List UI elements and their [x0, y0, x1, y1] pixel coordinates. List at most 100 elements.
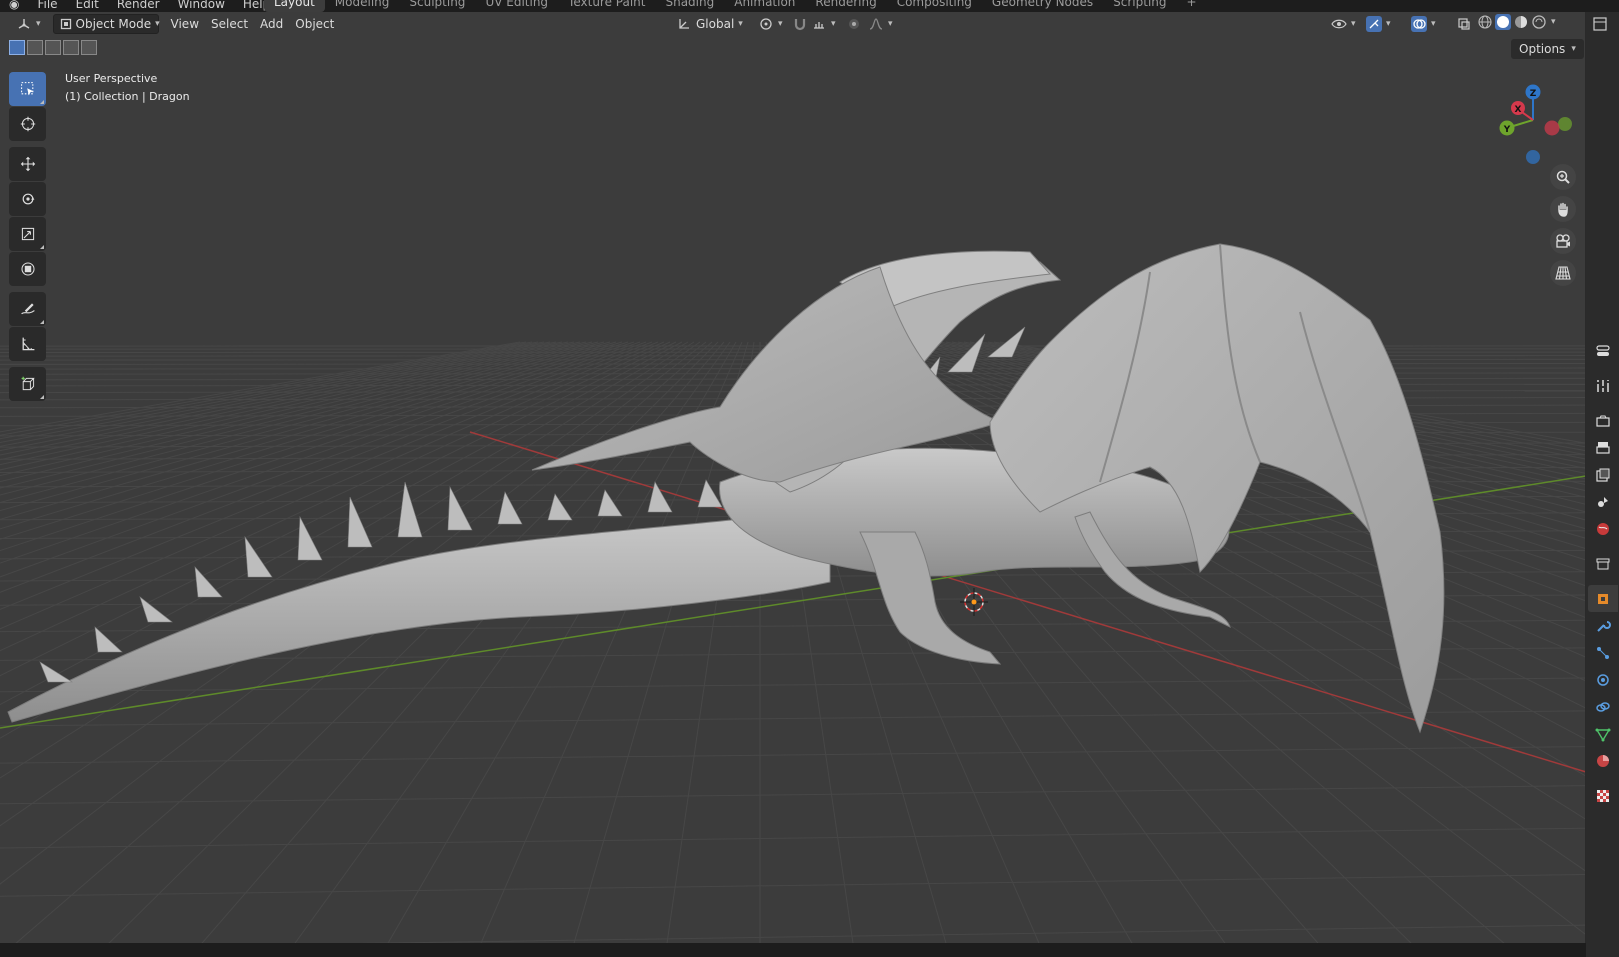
measure-icon: [20, 336, 36, 352]
constraints-icon[interactable]: [1588, 693, 1618, 720]
tab-modeling[interactable]: Modeling: [325, 0, 400, 12]
grid-perspective-icon: [1555, 265, 1571, 281]
editor-type-button[interactable]: ▾: [10, 14, 47, 34]
gizmo-neg-x-icon[interactable]: [1544, 120, 1560, 136]
rendered-shading-icon[interactable]: [1531, 14, 1547, 30]
viewport-header: ▾ Object Mode ▾ View Select Add Object G…: [0, 12, 1585, 36]
viewport-scene[interactable]: Z X Y: [0, 12, 1586, 957]
tab-compositing[interactable]: Compositing: [887, 0, 982, 12]
scene-icon[interactable]: [1588, 488, 1618, 515]
menu-view[interactable]: View: [165, 14, 205, 34]
selection-mode-group: [9, 40, 97, 55]
menu-window[interactable]: Window: [169, 0, 234, 11]
select-new-icon[interactable]: [9, 40, 25, 55]
rotate-tool[interactable]: [9, 182, 46, 216]
menu-add[interactable]: Add: [254, 14, 289, 34]
annotate-tool[interactable]: [9, 292, 46, 326]
move-tool[interactable]: [9, 147, 46, 181]
tool-icon[interactable]: [1588, 372, 1618, 399]
solid-shading-icon[interactable]: [1495, 14, 1511, 30]
tab-layout[interactable]: Layout: [264, 0, 325, 12]
visibility-dropdown[interactable]: ▾: [1325, 14, 1362, 34]
falloff-dropdown[interactable]: ▾: [862, 14, 899, 34]
chevron-down-icon: ▾: [831, 19, 836, 29]
overlays-toggle[interactable]: ▾: [1405, 14, 1442, 34]
texture-icon[interactable]: [1588, 782, 1618, 809]
select-subtract-icon[interactable]: [45, 40, 61, 55]
3d-viewport[interactable]: Z X Y ▾ Object Mode ▾ View Select Add Ob…: [0, 12, 1586, 957]
snap-target-dropdown[interactable]: ▾: [805, 14, 842, 34]
pan-button[interactable]: [1550, 196, 1576, 222]
modifier-icon[interactable]: [1588, 612, 1618, 639]
add-cube-icon: [20, 376, 36, 392]
gizmo-neg-z-icon[interactable]: [1526, 150, 1540, 164]
gizmo-neg-y-icon[interactable]: [1558, 117, 1572, 131]
chevron-down-icon: ▾: [1571, 44, 1576, 54]
tool-options-corner: [40, 245, 44, 249]
blender-window: ◉ File Edit Render Window Help Layout Mo…: [0, 0, 1619, 957]
transform-icon: [20, 261, 36, 277]
render-icon[interactable]: [1588, 407, 1618, 434]
pivot-point-dropdown[interactable]: ▾: [752, 14, 789, 34]
add-workspace-button[interactable]: +: [1177, 0, 1207, 12]
select-invert-icon[interactable]: [63, 40, 79, 55]
chevron-down-icon: ▾: [1431, 19, 1436, 29]
tab-rendering[interactable]: Rendering: [805, 0, 886, 12]
cursor-tool[interactable]: [9, 107, 46, 141]
world-icon[interactable]: [1588, 515, 1618, 542]
select-extend-icon[interactable]: [27, 40, 43, 55]
menu-select[interactable]: Select: [205, 14, 254, 34]
xray-toggle[interactable]: [1450, 14, 1478, 34]
menu-render[interactable]: Render: [108, 0, 169, 11]
gizmo-toggle[interactable]: ▾: [1360, 14, 1397, 34]
perspective-toggle-button[interactable]: [1550, 260, 1576, 286]
tab-sculpting[interactable]: Sculpting: [399, 0, 475, 12]
eye-icon: [1331, 16, 1347, 32]
tool-shelf: [9, 72, 47, 402]
tab-geometry-nodes[interactable]: Geometry Nodes: [982, 0, 1103, 12]
camera-view-button[interactable]: [1550, 228, 1576, 254]
material-icon[interactable]: [1588, 747, 1618, 774]
tab-uv-editing[interactable]: UV Editing: [475, 0, 558, 12]
data-icon[interactable]: [1588, 720, 1618, 747]
physics-icon[interactable]: [1588, 666, 1618, 693]
chevron-down-icon[interactable]: ▾: [1551, 14, 1556, 30]
object-icon[interactable]: [1587, 585, 1618, 612]
view-layer-icon[interactable]: [1588, 461, 1618, 488]
status-bar: [0, 943, 1586, 957]
cursor-icon: [20, 116, 36, 132]
editor-type-properties-icon[interactable]: [1588, 337, 1618, 364]
transform-orientation-dropdown[interactable]: Global ▾: [670, 14, 749, 34]
add-cube-tool[interactable]: [9, 367, 46, 401]
material-preview-icon[interactable]: [1513, 14, 1529, 30]
gizmo-x-label: X: [1515, 105, 1522, 115]
mode-dropdown[interactable]: Object Mode ▾: [52, 14, 160, 34]
scale-tool[interactable]: [9, 217, 46, 251]
select-intersect-icon[interactable]: [81, 40, 97, 55]
collection-icon[interactable]: [1588, 550, 1618, 577]
gizmo-y-label: Y: [1503, 125, 1511, 135]
menu-edit[interactable]: Edit: [67, 0, 108, 11]
tool-options-corner: [40, 395, 44, 399]
snap-increment-icon: [811, 16, 827, 32]
view-name: User Perspective: [65, 72, 158, 85]
particles-icon[interactable]: [1588, 639, 1618, 666]
select-box-tool[interactable]: [9, 72, 46, 106]
outliner-editor-icon[interactable]: [1592, 16, 1608, 35]
tab-texture-paint[interactable]: Texture Paint: [558, 0, 655, 12]
overlays-icon: [1411, 16, 1427, 32]
output-icon[interactable]: [1588, 434, 1618, 461]
blender-logo-icon[interactable]: ◉: [0, 0, 28, 11]
tab-shading[interactable]: Shading: [655, 0, 724, 12]
tab-animation[interactable]: Animation: [724, 0, 805, 12]
tab-scripting[interactable]: Scripting: [1103, 0, 1176, 12]
transform-tool[interactable]: [9, 252, 46, 286]
hand-icon: [1555, 201, 1571, 217]
options-dropdown[interactable]: Options ▾: [1511, 39, 1584, 59]
camera-icon: [1555, 233, 1571, 249]
measure-tool[interactable]: [9, 327, 46, 361]
zoom-button[interactable]: [1550, 164, 1576, 190]
wireframe-shading-icon[interactable]: [1477, 14, 1493, 30]
menu-file[interactable]: File: [28, 0, 66, 11]
menu-object[interactable]: Object: [289, 14, 340, 34]
